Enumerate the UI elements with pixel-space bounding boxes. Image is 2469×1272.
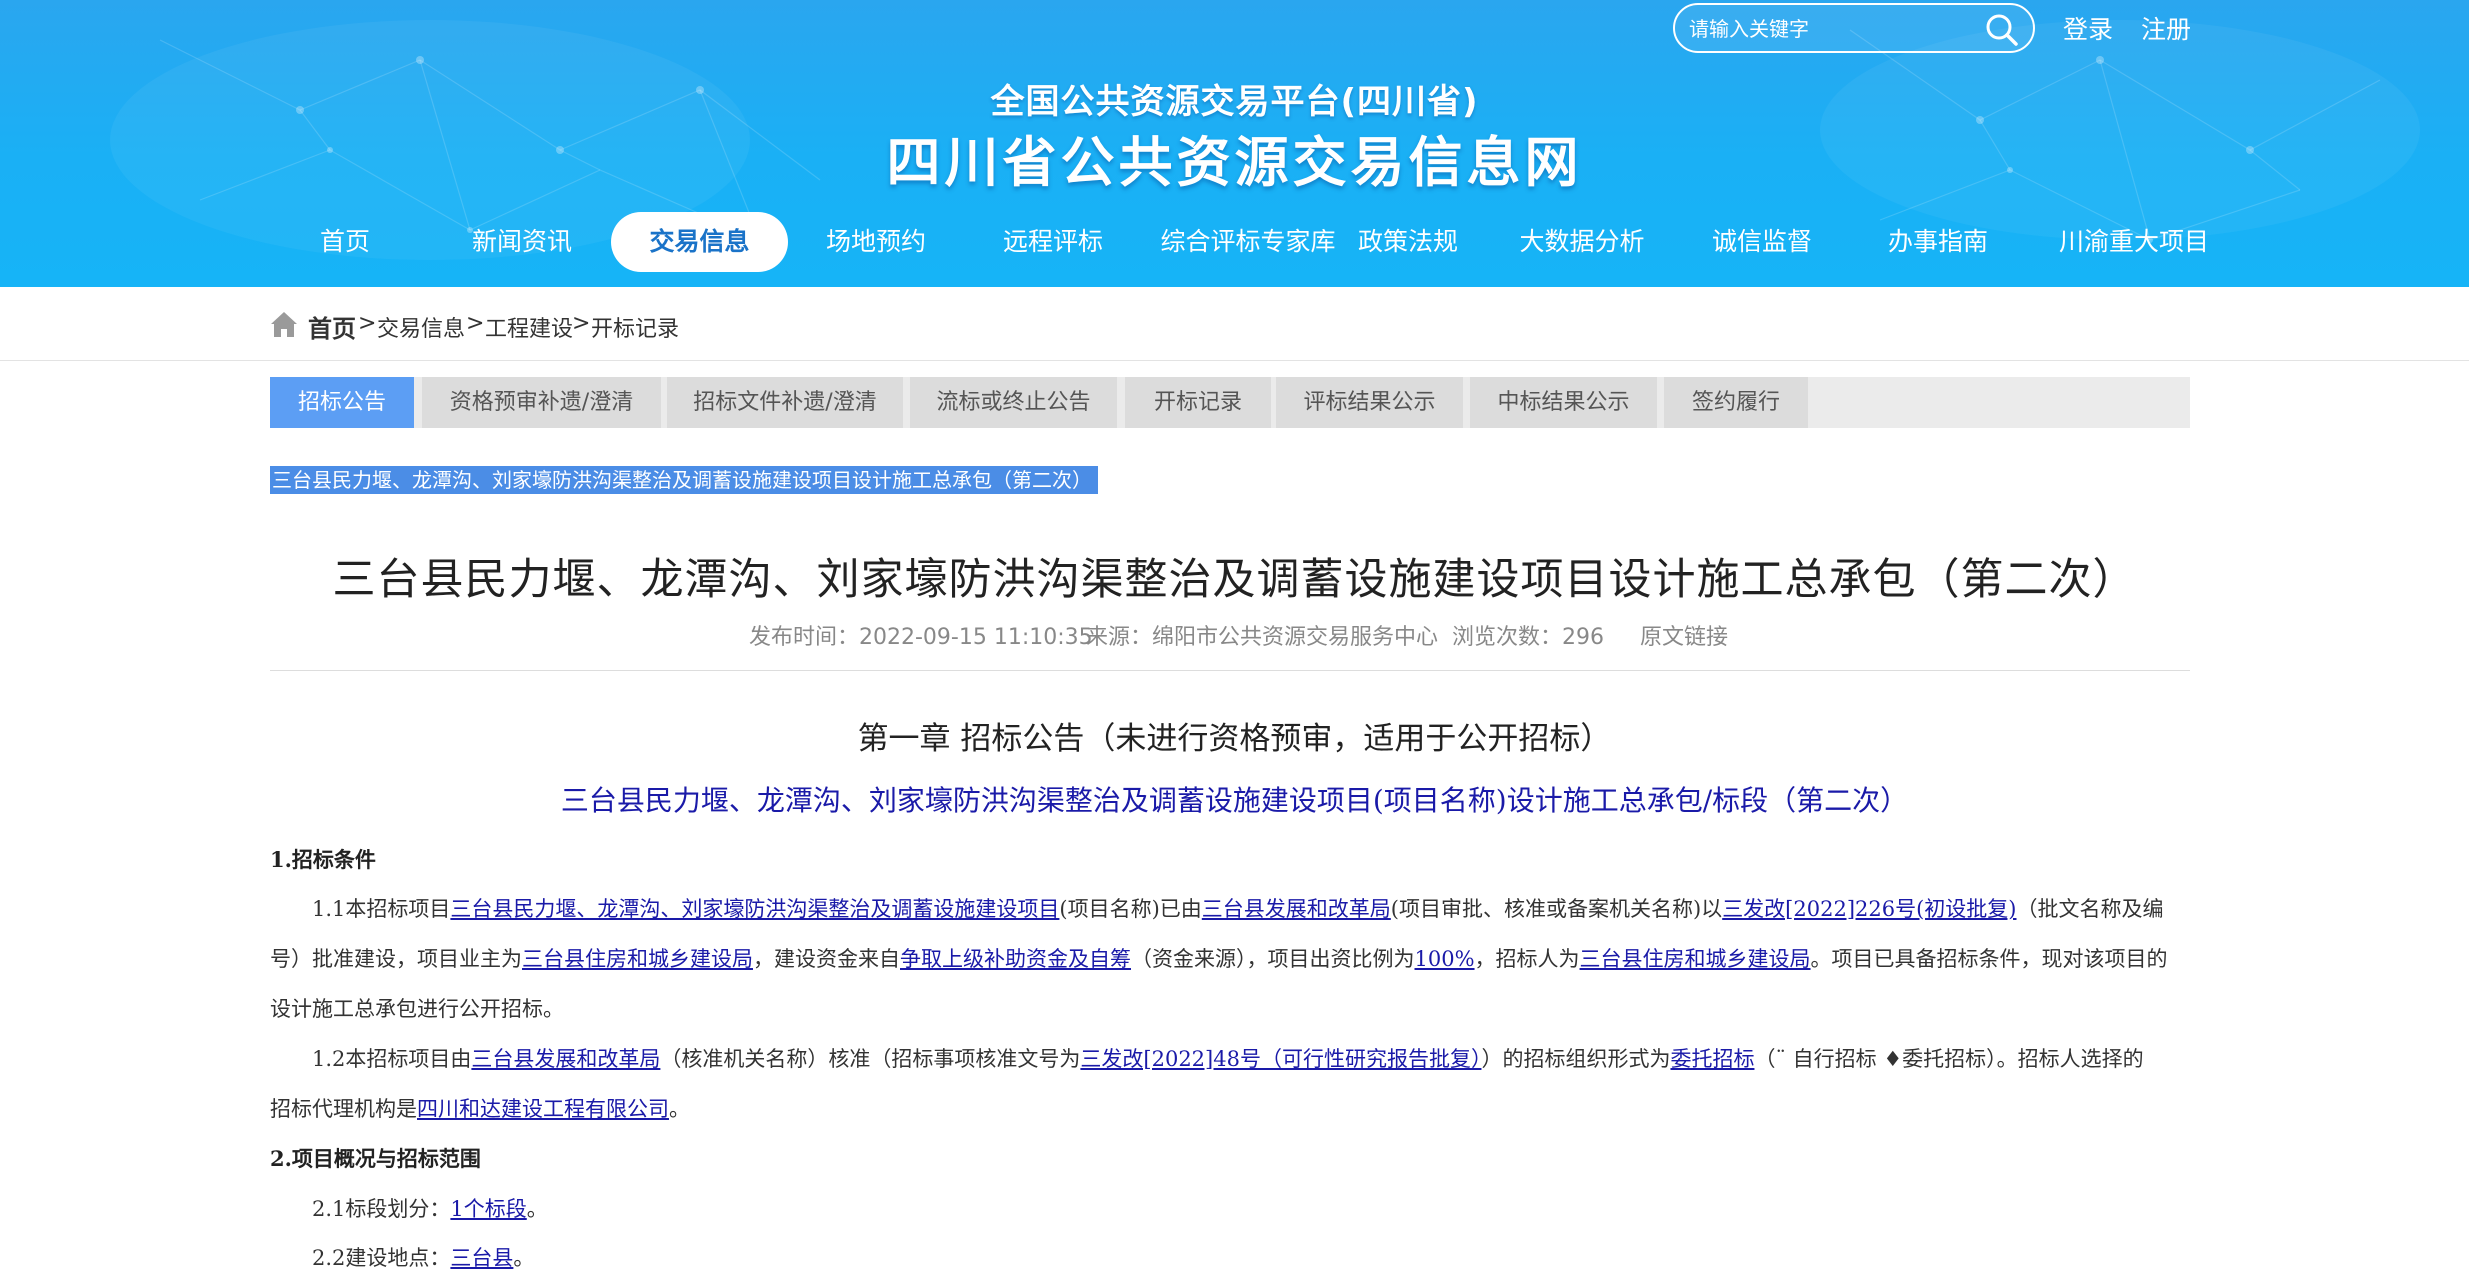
nav-item-sichuan-chongqing[interactable]: 川渝重大项目: [2034, 212, 2234, 272]
nav-item-remote-evaluation[interactable]: 远程评标: [983, 212, 1123, 272]
text: (项目审批、核准或备案机关名称)以: [1390, 897, 1723, 921]
section-heading: 1.招标条件: [270, 847, 376, 872]
paragraph-1-2-line-2: 招标代理机构是四川和达建设工程有限公司。: [270, 1093, 2190, 1123]
chapter-heading: 第一章 招标公告（未进行资格预审，适用于公开招标）: [857, 721, 1612, 757]
view-count: 浏览次数：296: [1452, 625, 1604, 650]
source: 来源：绵阳市公共资源交易服务中心: [1086, 625, 1439, 650]
paragraph-1-1-line-3: 设计施工总承包进行公开招标。: [270, 997, 564, 1021]
project-name-heading: 三台县民力堰、龙潭沟、刘家壕防洪沟渠整治及调蓄设施建设项目(项目名称)设计施工总…: [560, 784, 1909, 817]
nav-item-venue-booking[interactable]: 场地预约: [806, 212, 946, 272]
lot-division-link[interactable]: 1个标段: [450, 1197, 526, 1221]
text: （¨ 自行招标 ♦委托招标）。招标人选择的: [1754, 1047, 2144, 1071]
text: 2.1标段划分：: [312, 1197, 451, 1221]
nav-item-big-data[interactable]: 大数据分析: [1507, 212, 1657, 272]
nav-item-credit[interactable]: 诚信监督: [1692, 212, 1832, 272]
tab-prequalification-addendum[interactable]: 资格预审补遗/澄清: [422, 377, 661, 428]
nav-item-policy[interactable]: 政策法规: [1338, 212, 1478, 272]
nav-item-news[interactable]: 新闻资讯: [452, 212, 592, 272]
section-heading: 2.项目概况与招标范围: [270, 1146, 481, 1171]
site-header: 登录 注册 全国公共资源交易平台(四川省) 四川省公共资源交易信息网 首页 新闻…: [0, 0, 2469, 287]
publish-time: 发布时间：2022-09-15 11:10:35: [749, 625, 1093, 650]
tab-evaluation-result[interactable]: 评标结果公示: [1276, 377, 1463, 428]
site-title: 四川省公共资源交易信息网: [886, 131, 1583, 194]
text: 招标代理机构是: [270, 1097, 417, 1121]
funding-source-link[interactable]: 争取上级补助资金及自筹: [900, 947, 1131, 971]
login-link[interactable]: 登录: [2063, 10, 2113, 46]
search-input[interactable]: [1689, 11, 1979, 47]
breadcrumb-construction[interactable]: 工程建设: [485, 311, 573, 343]
paragraph-1-2-line-1: 1.2本招标项目由三台县发展和改革局（核准机关名称）核准（招标事项核准文号为三发…: [270, 1043, 2190, 1073]
article-title: 三台县民力堰、龙潭沟、刘家壕防洪沟渠整治及调蓄设施建设项目设计施工总承包（第二次…: [332, 555, 2137, 605]
approval-authority-link[interactable]: 三台县发展和改革局: [1202, 897, 1391, 921]
text: ，招标人为: [1474, 947, 1580, 971]
funding-ratio-link[interactable]: 100%: [1415, 947, 1475, 971]
text: 。: [526, 1197, 548, 1221]
construction-site-link[interactable]: 三台县: [450, 1246, 513, 1270]
home-icon: [271, 312, 297, 337]
text: 号）批准建设，项目业主为: [270, 947, 522, 971]
text: 1.1本招标项目: [312, 897, 451, 921]
approval-document-link[interactable]: 三发改[2022]226号(初设批复): [1722, 897, 2016, 921]
text: 2.2建设地点：: [312, 1246, 451, 1270]
divider: [270, 670, 2190, 671]
breadcrumb-separator: >: [466, 311, 485, 336]
text: （核准机关名称）核准（招标事项核准文号为: [660, 1047, 1081, 1071]
text: ）的招标组织形式为: [1481, 1047, 1671, 1071]
project-owner-link[interactable]: 三台县住房和城乡建设局: [522, 947, 753, 971]
paragraph-1-1-line-1: 1.1本招标项目三台县民力堰、龙潭沟、刘家壕防洪沟渠整治及调蓄设施建设项目(项目…: [270, 893, 2190, 923]
breadcrumb-trading-info[interactable]: 交易信息: [377, 311, 465, 343]
text: (项目名称)已由: [1059, 897, 1202, 921]
bidding-form-link[interactable]: 委托招标: [1670, 1047, 1754, 1071]
nav-item-expert-database[interactable]: 综合评标专家库: [1138, 212, 1358, 272]
search-icon[interactable]: [1983, 11, 2021, 47]
tab-contract-performance[interactable]: 签约履行: [1664, 377, 1808, 428]
text: （资金来源），项目出资比例为: [1131, 947, 1415, 971]
project-name-link[interactable]: 三台县民力堰、龙潭沟、刘家壕防洪沟渠整治及调蓄设施建设项目: [450, 897, 1059, 921]
selected-project-title[interactable]: 三台县民力堰、龙潭沟、刘家壕防洪沟渠整治及调蓄设施建设项目设计施工总承包（第二次…: [270, 466, 1098, 494]
text: 。: [669, 1097, 690, 1121]
bidding-agent-link[interactable]: 四川和达建设工程有限公司: [417, 1097, 669, 1121]
tab-bid-document-addendum[interactable]: 招标文件补遗/澄清: [667, 377, 903, 428]
register-link[interactable]: 注册: [2141, 10, 2191, 46]
nav-item-guide[interactable]: 办事指南: [1868, 212, 2008, 272]
breadcrumb-home[interactable]: 首页: [308, 309, 356, 344]
site-subtitle: 全国公共资源交易平台(四川省): [990, 82, 1479, 122]
text: 。: [513, 1246, 535, 1270]
tab-award-result[interactable]: 中标结果公示: [1470, 377, 1657, 428]
breadcrumb-bid-opening: 开标记录: [591, 317, 680, 342]
search-box: [1673, 3, 2035, 53]
category-tabs: 招标公告 资格预审补遗/澄清 招标文件补遗/澄清 流标或终止公告 开标记录 评标…: [270, 377, 2190, 428]
approval-number-link[interactable]: 三发改[2022]48号（可行性研究报告批复）: [1080, 1047, 1481, 1071]
paragraph-2-1: 2.1标段划分：1个标段。: [270, 1193, 2190, 1223]
text: ，建设资金来自: [753, 947, 900, 971]
tab-failed-bid-notice[interactable]: 流标或终止公告: [910, 377, 1117, 428]
tenderer-link[interactable]: 三台县住房和城乡建设局: [1580, 947, 1811, 971]
tab-bid-opening-record[interactable]: 开标记录: [1125, 377, 1271, 428]
approval-authority-link[interactable]: 三台县发展和改革局: [471, 1047, 660, 1071]
nav-item-home[interactable]: 首页: [290, 212, 400, 272]
text: （批文名称及编: [2016, 897, 2164, 921]
original-link[interactable]: 原文链接: [1640, 619, 1728, 651]
nav-item-trading-info[interactable]: 交易信息: [611, 212, 788, 272]
breadcrumb: 首页 > 交易信息 > 工程建设 > 开标记录: [0, 287, 2469, 361]
text: 1.2本招标项目由: [312, 1047, 472, 1071]
paragraph-2-2: 2.2建设地点：三台县。: [270, 1242, 2190, 1272]
breadcrumb-separator: >: [358, 311, 377, 336]
tab-bid-announcement[interactable]: 招标公告: [270, 377, 414, 428]
breadcrumb-separator: >: [572, 311, 591, 336]
paragraph-1-1-line-2: 号）批准建设，项目业主为三台县住房和城乡建设局，建设资金来自争取上级补助资金及自…: [270, 943, 2190, 973]
text: 。项目已具备招标条件，现对该项目的: [1810, 947, 2168, 971]
